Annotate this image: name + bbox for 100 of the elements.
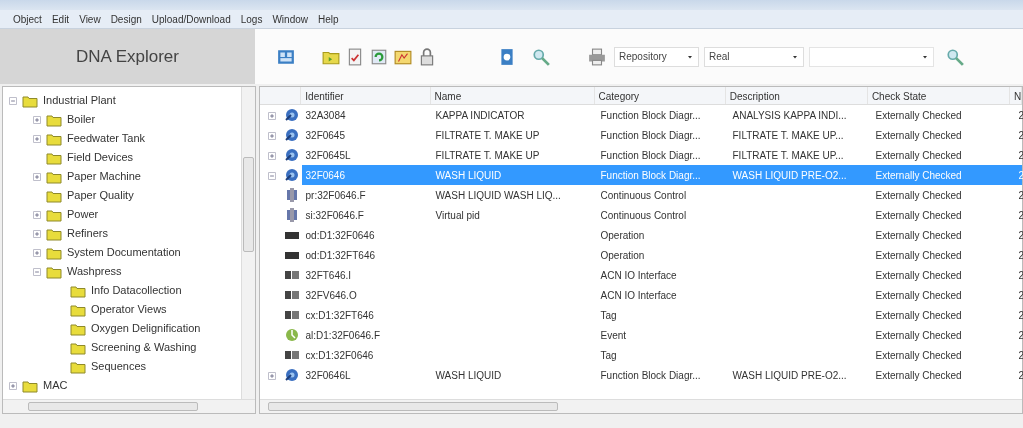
- collapse-icon[interactable]: [265, 169, 278, 182]
- table-cell: 32FV646.O: [305, 289, 357, 301]
- printer-icon[interactable]: [588, 47, 606, 66]
- tree-item[interactable]: Feedwater Tank: [67, 130, 146, 147]
- horizontal-scrollbar[interactable]: [3, 399, 255, 413]
- table-cell: 32F0646L: [305, 369, 351, 381]
- table-cell: Externally Checked: [875, 109, 962, 121]
- table-row[interactable]: 32F0645 FILTRATE T. MAKE UP Function Block Diagr... FILTRATE T. MAKE UP... Externally Checked 2: [259, 125, 1022, 145]
- tree-item[interactable]: Field Devices: [67, 149, 134, 166]
- lock-icon[interactable]: [418, 47, 436, 66]
- expand-icon[interactable]: [31, 228, 43, 241]
- expand-icon[interactable]: [265, 149, 278, 162]
- tree-item[interactable]: Industrial Plant: [43, 92, 116, 109]
- page-icon[interactable]: [498, 47, 516, 66]
- horizontal-scrollbar[interactable]: [259, 399, 1022, 413]
- expand-icon[interactable]: [31, 171, 43, 184]
- expand-icon[interactable]: [31, 114, 43, 127]
- search-icon[interactable]: [946, 47, 964, 66]
- collapse-icon[interactable]: [7, 95, 19, 108]
- expand-icon[interactable]: [31, 133, 43, 146]
- document-icon[interactable]: [346, 47, 364, 66]
- dropdown[interactable]: Real: [704, 46, 804, 67]
- table-row[interactable]: cx:D1:32F0646 Tag Externally Checked 2: [259, 345, 1022, 365]
- table-cell: FILTRATE T. MAKE UP...: [732, 149, 844, 161]
- table-row[interactable]: 32FV646.O ACN IO Interface Externally Checked 2: [259, 285, 1022, 305]
- search-icon[interactable]: [532, 47, 550, 66]
- column-header[interactable]: Name: [434, 91, 462, 102]
- table-row[interactable]: si:32F0646.F Virtual pid Continuous Control Externally Checked 2: [259, 205, 1022, 225]
- table-cell: Tag: [600, 309, 617, 321]
- combo-field[interactable]: [809, 46, 934, 67]
- tree-item[interactable]: Operator Views: [91, 301, 167, 318]
- dropdown[interactable]: Repository: [614, 46, 699, 67]
- table-cell: pr:32F0646.F: [305, 189, 366, 201]
- table-cell: WASH LIQUID PRE-O2...: [732, 169, 847, 181]
- column-header[interactable]: Category: [598, 91, 640, 102]
- expand-icon[interactable]: [265, 109, 278, 122]
- tree-item[interactable]: Oxygen Delignification: [91, 320, 201, 337]
- menu-item[interactable]: Object: [8, 9, 47, 29]
- expand-icon[interactable]: [7, 380, 19, 393]
- table-cell: Virtual pid: [435, 209, 480, 221]
- tree-item[interactable]: System Documentation: [67, 244, 181, 261]
- grid-icon[interactable]: [277, 47, 295, 66]
- menu-item[interactable]: Window: [267, 9, 313, 29]
- table-row[interactable]: 32A3084 KAPPA INDICATOR Function Block Diagr... ANALYSIS KAPPA INDI... Externally Checked 2: [259, 105, 1022, 125]
- column-header[interactable]: Identifier: [305, 91, 344, 102]
- table-cell: Function Block Diagr...: [600, 149, 701, 161]
- table-cell: Event: [600, 329, 627, 341]
- expand-icon[interactable]: [265, 369, 278, 382]
- tree-item[interactable]: Info Datacollection: [91, 282, 182, 299]
- table-cell: WASH LIQUID PRE-O2...: [732, 369, 847, 381]
- collapse-icon[interactable]: [31, 266, 43, 279]
- table-row[interactable]: al:D1:32F0646.F Event Externally Checked 2: [259, 325, 1022, 345]
- table-cell: WASH LIQUID WASH LIQ...: [435, 189, 561, 201]
- menu-item[interactable]: Help: [313, 9, 344, 29]
- column-header[interactable]: N: [1014, 91, 1021, 102]
- table-cell: 2: [1018, 169, 1023, 181]
- tree-item[interactable]: MAC: [43, 377, 68, 394]
- menu-item[interactable]: Logs: [235, 9, 268, 29]
- table-cell: Tag: [600, 349, 617, 361]
- table-cell: 2: [1018, 309, 1023, 321]
- table-cell: Externally Checked: [875, 269, 962, 281]
- vertical-scrollbar[interactable]: [240, 87, 255, 399]
- table-row[interactable]: 32FT646.I ACN IO Interface Externally Checked 2: [259, 265, 1022, 285]
- table-cell: FILTRATE T. MAKE UP: [435, 149, 540, 161]
- table-cell: Externally Checked: [875, 249, 962, 261]
- table-cell: cx:D1:32F0646: [305, 349, 374, 361]
- table-cell: 2: [1018, 269, 1023, 281]
- menu-item[interactable]: Upload/Download: [146, 9, 236, 29]
- panel-title: DNA Explorer: [76, 45, 179, 68]
- expand-icon[interactable]: [265, 129, 278, 142]
- tree-item[interactable]: Paper Quality: [67, 187, 134, 204]
- table-row[interactable]: od:D1:32F0646 Operation Externally Checked 2: [259, 225, 1022, 245]
- tree-item[interactable]: Sequences: [91, 358, 147, 375]
- expand-icon[interactable]: [31, 209, 43, 222]
- refresh-icon[interactable]: [370, 47, 388, 66]
- table-cell: Continuous Control: [600, 189, 687, 201]
- menu-item[interactable]: View: [74, 9, 106, 29]
- column-header[interactable]: Check State: [871, 91, 927, 102]
- table-cell: Function Block Diagr...: [600, 129, 701, 141]
- menu-item[interactable]: Edit: [46, 9, 75, 29]
- table-cell: 2: [1018, 109, 1023, 121]
- table-row[interactable]: 32F0645L FILTRATE T. MAKE UP Function Block Diagr... FILTRATE T. MAKE UP... Externally Checked 2: [259, 145, 1022, 165]
- tree-item[interactable]: Refiners: [67, 225, 108, 242]
- expand-icon[interactable]: [31, 247, 43, 260]
- tree-item[interactable]: Boiler: [67, 111, 96, 128]
- tree-item[interactable]: Screening & Washing: [91, 339, 197, 356]
- table-cell: FILTRATE T. MAKE UP: [435, 129, 540, 141]
- tree-item[interactable]: Power: [67, 206, 99, 223]
- table-row[interactable]: cx:D1:32FT646 Tag Externally Checked 2: [259, 305, 1022, 325]
- table-cell: 2: [1018, 149, 1023, 161]
- tree-item[interactable]: Paper Machine: [67, 168, 141, 185]
- table-cell: si:32F0646.F: [305, 209, 364, 221]
- table-row[interactable]: od:D1:32FT646 Operation Externally Checked 2: [259, 245, 1022, 265]
- tree-item[interactable]: Washpress: [67, 263, 122, 280]
- table-row[interactable]: 32F0646L WASH LIQUID Function Block Diagr... WASH LIQUID PRE-O2... Externally Checked 2: [259, 365, 1022, 385]
- column-header[interactable]: Description: [729, 91, 780, 102]
- table-cell: 2: [1018, 229, 1023, 241]
- menu-item[interactable]: Design: [105, 9, 147, 29]
- table-cell: 2: [1018, 249, 1023, 261]
- table-row[interactable]: pr:32F0646.F WASH LIQUID WASH LIQ... Continuous Control Externally Checked 2: [259, 185, 1022, 205]
